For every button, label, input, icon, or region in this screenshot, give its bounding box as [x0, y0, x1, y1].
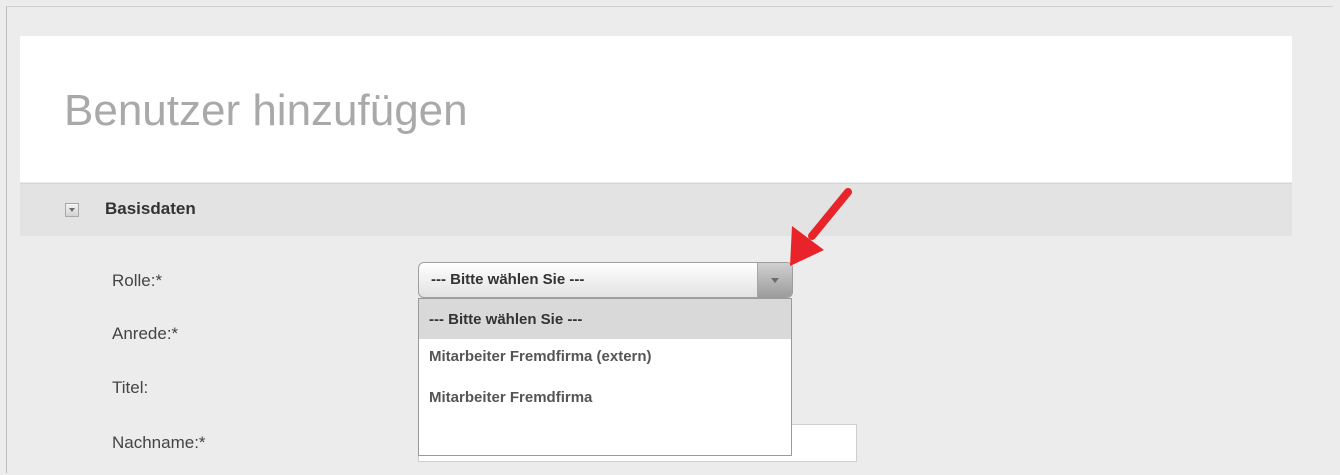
collapse-toggle-icon[interactable] — [65, 203, 79, 217]
dropdown-option[interactable]: --- Bitte wählen Sie --- — [419, 299, 791, 339]
section-header-basisdaten[interactable]: Basisdaten — [20, 183, 1292, 236]
section-title: Basisdaten — [105, 199, 196, 218]
label-anrede: Anrede:* — [112, 324, 179, 343]
label-titel: Titel: — [112, 378, 149, 397]
annotation-arrow-shaft — [808, 188, 852, 240]
page-title: Benutzer hinzufügen — [64, 86, 468, 135]
annotation-arrow-icon — [790, 188, 852, 266]
label-rolle: Rolle:* — [112, 271, 163, 290]
label-nachname: Nachname:* — [112, 433, 206, 452]
dropdown-option[interactable]: Mitarbeiter Fremdfirma — [419, 379, 791, 417]
page-header: Benutzer hinzufügen — [20, 36, 1292, 182]
rolle-dropdown-list[interactable]: --- Bitte wählen Sie --- Mitarbeiter Fre… — [418, 298, 792, 456]
rolle-select-value: --- Bitte wählen Sie --- — [431, 271, 585, 288]
rolle-select[interactable]: --- Bitte wählen Sie --- — [418, 262, 793, 298]
dropdown-option[interactable]: Mitarbeiter Fremdfirma (extern) — [419, 339, 791, 379]
